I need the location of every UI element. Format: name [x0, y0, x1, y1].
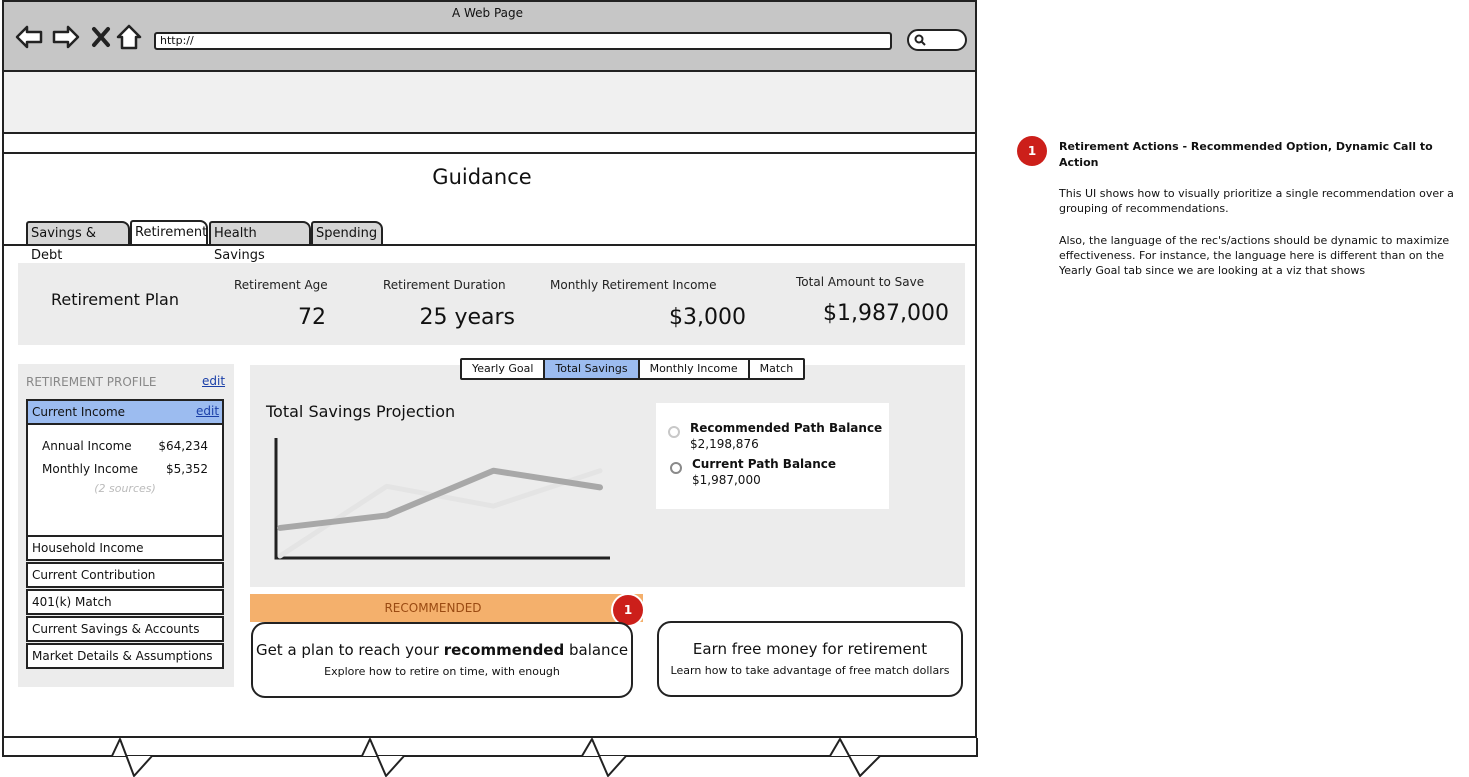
card-subtitle: Explore how to retire on time, with enou… — [324, 665, 560, 678]
view-tab-monthly-income[interactable]: Monthly Income — [640, 360, 750, 378]
chart-legend: Recommended Path Balance $2,198,876 Curr… — [656, 403, 889, 509]
profile-item-market-details[interactable]: Market Details & Assumptions — [26, 643, 224, 669]
plan-label: Retirement Plan — [51, 290, 179, 309]
radio-icon[interactable] — [669, 461, 683, 475]
card-subtitle: Learn how to take advantage of free matc… — [670, 664, 950, 677]
annotation-badge: 1 — [1017, 136, 1047, 166]
profile-item-current-contribution[interactable]: Current Contribution — [26, 562, 224, 588]
profile-item-label: Current Contribution — [32, 568, 156, 582]
card-title: Get a plan to reach your recommended bal… — [253, 641, 631, 659]
profile-item-household-income[interactable]: Household Income — [26, 535, 224, 561]
chart-title: Total Savings Projection — [266, 402, 456, 421]
profile-item-401k-match[interactable]: 401(k) Match — [26, 589, 224, 615]
series-line-current — [277, 467, 603, 531]
browser-search[interactable] — [907, 29, 967, 51]
monthly-income-value: $5,352 — [166, 462, 208, 476]
forward-icon[interactable] — [51, 22, 81, 52]
profile-item-current-income[interactable]: Current Income — [26, 399, 224, 425]
back-icon[interactable] — [14, 22, 44, 52]
profile-item-label: Household Income — [32, 541, 144, 555]
recommended-plan-card[interactable]: Get a plan to reach your recommended bal… — [251, 622, 633, 698]
view-tab-yearly-goal[interactable]: Yearly Goal — [462, 360, 546, 378]
profile-item-label: Market Details & Assumptions — [32, 649, 213, 663]
search-icon — [914, 34, 926, 46]
series-line-recommended — [277, 468, 603, 559]
legend-current-title: Current Path Balance — [692, 457, 837, 471]
card-title-text: balance — [564, 641, 629, 659]
url-bar[interactable]: http:// — [154, 32, 892, 50]
radio-icon[interactable] — [667, 425, 681, 439]
age-label: Retirement Age — [234, 278, 328, 292]
stop-icon[interactable] — [86, 22, 116, 52]
tab-label: Retirement — [135, 225, 208, 240]
annotation-paragraph-2: Also, the language of the rec's/actions … — [1059, 234, 1450, 277]
income-sources: (2 sources) — [94, 482, 156, 495]
card-title-text: Get a plan to reach your — [255, 641, 444, 659]
profile-item-current-savings[interactable]: Current Savings & Accounts — [26, 616, 224, 642]
tab-spending[interactable]: Spending — [311, 221, 383, 245]
income-value: $3,000 — [669, 305, 746, 330]
home-icon[interactable] — [114, 22, 144, 52]
window-title: A Web Page — [451, 6, 524, 20]
total-label: Total Amount to Save — [796, 275, 925, 289]
profile-item-label: 401(k) Match — [32, 595, 112, 609]
legend-recommended-title: Recommended Path Balance — [690, 421, 883, 435]
tabs-divider — [4, 244, 977, 246]
duration-value: 25 years — [419, 305, 515, 330]
view-tab-match[interactable]: Match — [750, 360, 804, 378]
view-tab-total-savings[interactable]: Total Savings — [545, 360, 640, 378]
total-value: $1,987,000 — [823, 301, 949, 326]
savings-projection-chart — [274, 438, 610, 560]
torn-page-edge — [2, 738, 978, 777]
header-banner — [2, 72, 977, 134]
tab-savings-debt[interactable]: Savings & Debt — [26, 221, 130, 263]
current-income-edit-link[interactable]: edit — [196, 404, 219, 418]
profile-edit-link[interactable]: edit — [202, 374, 225, 388]
free-money-card[interactable]: Earn free money for retirement Learn how… — [657, 621, 963, 697]
duration-label: Retirement Duration — [383, 278, 506, 292]
profile-item-label: Current Savings & Accounts — [32, 622, 200, 636]
profile-heading: RETIREMENT PROFILE — [26, 375, 157, 389]
monthly-income-label: Monthly Income — [42, 462, 139, 476]
card-title-emphasis: recommended — [443, 641, 565, 659]
tab-retirement[interactable]: Retirement — [130, 220, 208, 246]
tab-health-savings[interactable]: Health Savings — [209, 221, 311, 263]
card-title: Earn free money for retirement — [692, 640, 928, 658]
income-label: Monthly Retirement Income — [550, 278, 717, 292]
annual-income-value: $64,234 — [158, 439, 208, 453]
annual-income-label: Annual Income — [42, 439, 132, 453]
tab-label: Spending — [316, 226, 378, 241]
legend-current-value: $1,987,000 — [692, 473, 761, 487]
page-title: Guidance — [432, 165, 532, 189]
banner-strip — [2, 134, 977, 154]
recommended-label: RECOMMENDED — [384, 601, 482, 615]
chart-view-tabs: Yearly Goal Total Savings Monthly Income… — [460, 358, 806, 380]
annotation-paragraph-1: This UI shows how to visually prioritize… — [1059, 187, 1454, 215]
annotation-title: Retirement Actions - Recommended Option,… — [1059, 140, 1433, 169]
profile-item-label: Current Income — [32, 405, 126, 419]
age-value: 72 — [298, 305, 326, 330]
annotation-badge: 1 — [613, 595, 643, 625]
legend-recommended-value: $2,198,876 — [690, 437, 759, 451]
